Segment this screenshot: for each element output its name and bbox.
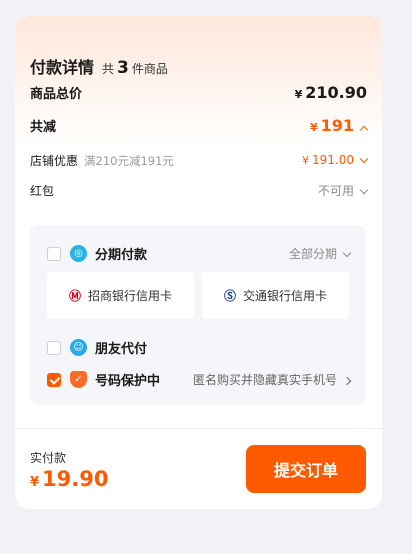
installment-label: 分期付款 [95, 248, 148, 263]
friend-pay-icon: ☺ [70, 339, 87, 356]
payment-options-panel: ◎ 分期付款 全部分期 Ⓜ 招商银行信用卡 Ⓢ 交通银行信用卡 ☺ 朋友代付 ✓… [30, 225, 366, 405]
red-packet-label: 红包 [30, 184, 55, 198]
discount-label: 共减 [30, 120, 57, 135]
payment-header: 付款详情 共 3 件商品 [30, 54, 168, 78]
submit-order-button[interactable]: 提交订单 [246, 445, 366, 493]
pay-amount-value: ¥19.90 [30, 467, 109, 491]
total-price-value: ¥210.90 [294, 83, 367, 102]
discount-value[interactable]: ¥191 [310, 116, 369, 135]
installment-select[interactable]: 全部分期 [289, 245, 352, 262]
total-price-row: 商品总价 ¥210.90 [30, 83, 367, 102]
bocom-bank-logo: Ⓢ [223, 289, 236, 303]
chevron-down-icon [359, 154, 369, 163]
page-title: 付款详情 [30, 58, 95, 77]
item-count: 共 3 件商品 [102, 58, 168, 78]
friend-pay-label: 朋友代付 [95, 342, 148, 357]
store-coupon-note: 满210元减191元 [84, 154, 174, 168]
total-price-label: 商品总价 [30, 87, 83, 102]
red-packet-row[interactable]: 红包 不可用 [30, 182, 369, 199]
pay-amount-label: 实付款 [30, 451, 67, 465]
chevron-right-icon [342, 376, 352, 386]
payment-details-card: 付款详情 共 3 件商品 商品总价 ¥210.90 共减 ¥191 店铺优惠 满210… [15, 16, 382, 509]
installment-checkbox[interactable] [47, 246, 61, 261]
divider [15, 428, 382, 429]
shield-icon: ✓ [70, 371, 87, 388]
bank-card-label: 招商银行信用卡 [88, 289, 173, 303]
store-coupon-label-group: 店铺优惠 满210元减191元 [30, 150, 174, 169]
bank-card-label: 交通银行信用卡 [243, 289, 328, 303]
installment-icon: ◎ [70, 245, 87, 262]
discount-row[interactable]: 共减 ¥191 [30, 116, 369, 135]
number-protect-option[interactable]: ✓ 号码保护中 [47, 370, 160, 389]
store-coupon-value[interactable]: ¥191.00 [302, 153, 369, 167]
bank-card-bocom[interactable]: Ⓢ 交通银行信用卡 [202, 272, 349, 319]
friend-pay-option[interactable]: ☺ 朋友代付 [47, 338, 147, 357]
number-protect-info[interactable]: 匿名购买并隐藏真实手机号 [193, 371, 352, 388]
number-protect-checkbox[interactable] [47, 372, 61, 387]
number-protect-label: 号码保护中 [95, 374, 161, 389]
chevron-down-icon [359, 185, 369, 195]
friend-pay-checkbox[interactable] [47, 340, 61, 355]
bank-card-cmb[interactable]: Ⓜ 招商银行信用卡 [47, 272, 194, 319]
store-coupon-label: 店铺优惠 [30, 154, 79, 168]
chevron-up-icon [359, 125, 369, 135]
installment-option[interactable]: ◎ 分期付款 [47, 244, 147, 263]
red-packet-value[interactable]: 不可用 [318, 182, 369, 199]
bank-card-list: Ⓜ 招商银行信用卡 Ⓢ 交通银行信用卡 [47, 272, 349, 319]
cmb-bank-logo: Ⓜ [68, 289, 81, 303]
store-coupon-row[interactable]: 店铺优惠 满210元减191元 ¥191.00 [30, 150, 369, 169]
chevron-down-icon [342, 248, 352, 258]
